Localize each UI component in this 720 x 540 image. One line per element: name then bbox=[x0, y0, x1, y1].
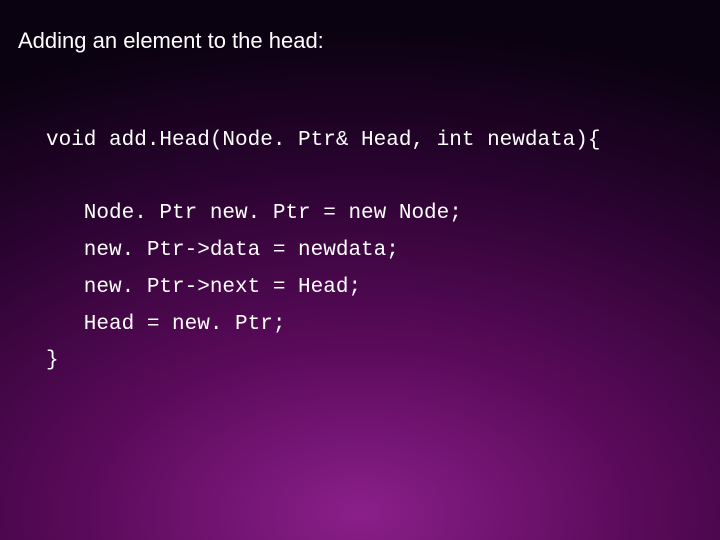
code-line-2: Node. Ptr new. Ptr = new Node; bbox=[46, 202, 462, 225]
code-line-5: Head = new. Ptr; bbox=[46, 313, 285, 336]
slide-title: Adding an element to the head: bbox=[18, 28, 324, 54]
code-line-3: new. Ptr->data = newdata; bbox=[46, 239, 399, 262]
code-line-6: } bbox=[46, 349, 59, 372]
code-block: void add.Head(Node. Ptr& Head, int newda… bbox=[46, 86, 601, 380]
code-line-1: void add.Head(Node. Ptr& Head, int newda… bbox=[46, 129, 601, 152]
code-line-4: new. Ptr->next = Head; bbox=[46, 276, 361, 299]
